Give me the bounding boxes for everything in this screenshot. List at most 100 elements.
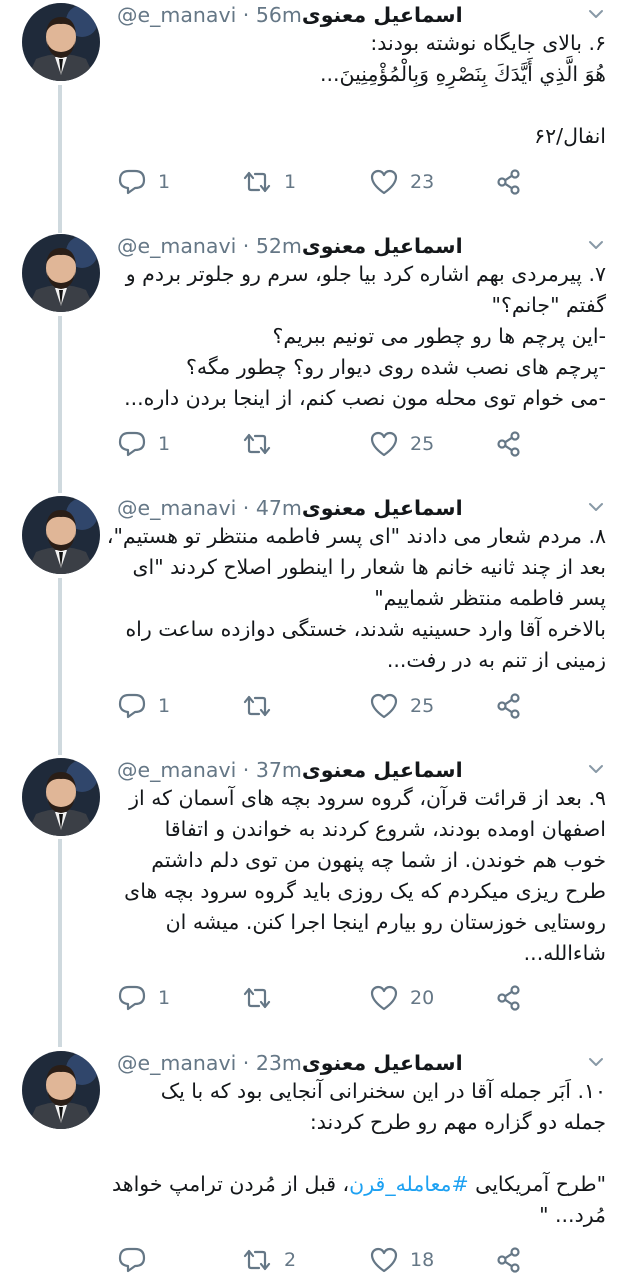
tweet-line: گفتم "جانم؟" [491,293,606,317]
avatar[interactable] [22,496,100,574]
display-name[interactable]: اسماعیل معنوی [302,496,463,520]
tweet-line: -می خوام توی محله مون نصب کنم، از اینجا … [124,386,606,410]
quote-text: ، قبل از مُردن ترامپ خواهد [112,1172,350,1196]
share-button[interactable] [496,429,522,459]
tweet-text: ۶. بالای جایگاه نوشته بودند: هُوَ الَّذِ… [117,28,606,152]
share-button[interactable] [496,1245,522,1275]
chevron-down-icon[interactable] [586,1052,606,1072]
tweet-line: بعد از چند ثانیه خانم ها شعار را اینطور … [132,555,606,579]
tweet-header: @e_manavi · 52m اسماعیل معنوی [117,231,596,261]
tweet[interactable]: @e_manavi · 52m اسماعیل معنوی ۷. پیرمردی… [0,231,624,491]
like-button[interactable]: 23 [370,167,434,197]
tweet-line: بالاخره آقا وارد حسینیه شدند، خستگی دواز… [125,617,606,641]
tweet-line: ۷. پیرمردی بهم اشاره کرد بیا جلو، سرم رو… [125,262,606,286]
share-button[interactable] [496,691,522,721]
chevron-down-icon[interactable] [586,4,606,24]
avatar[interactable] [22,758,100,836]
like-button[interactable]: 18 [370,1245,434,1275]
like-count: 18 [410,1249,435,1271]
retweet-icon [243,1249,271,1271]
tweet-line: مُرد... " [539,1203,606,1227]
tweet-line: -این پرچم ها رو چطور می تونیم ببریم؟ [272,324,606,348]
avatar[interactable] [22,234,100,312]
quote-text: "طرح آمریکایی [468,1172,606,1196]
chevron-down-icon[interactable] [586,497,606,517]
tweet-header: @e_manavi · 37m اسماعیل معنوی [117,755,596,785]
avatar[interactable] [22,1051,100,1129]
chevron-down-icon[interactable] [586,759,606,779]
like-button[interactable]: 25 [370,691,434,721]
like-count: 20 [410,987,435,1009]
reply-button[interactable]: 1 [118,691,170,721]
tweet-actions: 1 20 [118,983,528,1013]
retweet-button[interactable]: 2 [242,1245,296,1275]
tweet-line: خوب هم خوندن. از شما چه پنهون من توی دلم… [151,848,606,872]
tweet[interactable]: @e_manavi · 47m اسماعیل معنوی ۸. مردم شع… [0,493,624,753]
tweet-text: ۹. بعد از قرائت قرآن، گروه سرود بچه های … [117,783,606,969]
tweet-line: پسر فاطمه منتظر شماییم" [374,586,606,610]
avatar[interactable] [22,3,100,81]
tweet-text: ۸. مردم شعار می دادند "ای پسر فاطمه منتظ… [107,521,606,676]
handle-time[interactable]: @e_manavi · 56m [117,3,302,27]
tweet[interactable]: @e_manavi · 23m اسماعیل معنوی ۱۰. اَبَر … [0,1048,624,1280]
share-button[interactable] [496,983,522,1013]
share-icon [497,1247,520,1273]
reply-count: 1 [158,987,171,1009]
tweet[interactable]: @e_manavi · 37m اسماعیل معنوی ۹. بعد از … [0,755,624,1045]
tweet-line: هُوَ الَّذِي أَيَّدَكَ بِنَصْرِهِ وَبِال… [319,62,606,86]
tweet-line: ۱۰. اَبَر جمله آقا در این سخنرانی آنجایی… [160,1079,606,1103]
retweet-icon [243,987,271,1009]
tweet-line: جمله دو گزاره مهم رو طرح کردند: [309,1110,606,1134]
retweet-button[interactable] [242,429,284,459]
reply-button[interactable]: 1 [118,429,170,459]
like-button[interactable]: 20 [370,983,434,1013]
heart-icon [370,431,398,457]
handle-time[interactable]: @e_manavi · 23m [117,1051,302,1075]
tweet-line [117,1138,606,1169]
tweet-line [117,90,606,121]
tweet[interactable]: @e_manavi · 56m اسماعیل معنوی ۶. بالای ج… [0,0,624,230]
tweet-line: طرح ریزی میکردم که یک روزی باید گروه سرو… [124,879,606,903]
tweet-line: انفال/۶۲ [534,124,606,148]
tweet-line: ۹. بعد از قرائت قرآن، گروه سرود بچه های … [129,786,606,810]
like-count: 23 [410,171,435,193]
tweet-line: "طرح آمریکایی #معامله_قرن، قبل از مُردن … [112,1169,606,1200]
tweet-text: ۷. پیرمردی بهم اشاره کرد بیا جلو، سرم رو… [117,259,606,414]
display-name[interactable]: اسماعیل معنوی [302,758,463,782]
display-name[interactable]: اسماعیل معنوی [302,3,463,27]
share-icon [497,169,520,195]
tweet-line: -پرچم های نصب شده روی دیوار رو؟ چطور مگه… [186,355,606,379]
share-icon [497,693,520,719]
retweet-count: 1 [284,171,297,193]
reply-count: 1 [158,695,171,717]
retweet-button[interactable] [242,983,284,1013]
reply-icon [118,1247,146,1273]
reply-icon [118,431,146,457]
tweet-header: @e_manavi · 47m اسماعیل معنوی [117,493,596,523]
handle-time[interactable]: @e_manavi · 47m [117,496,302,520]
retweet-button[interactable]: 1 [242,167,296,197]
display-name[interactable]: اسماعیل معنوی [302,234,463,258]
share-button[interactable] [496,167,522,197]
hashtag-link[interactable]: #معامله_قرن [349,1172,468,1196]
retweet-button[interactable] [242,691,284,721]
share-icon [497,985,520,1011]
reply-icon [118,985,146,1011]
handle-time[interactable]: @e_manavi · 37m [117,758,302,782]
tweet-line: روستایی خوزستان رو بیارم اینجا اجرا کنن.… [165,910,606,934]
like-count: 25 [410,433,435,455]
reply-button[interactable]: 1 [118,983,170,1013]
heart-icon [370,985,398,1011]
chevron-down-icon[interactable] [586,235,606,255]
like-button[interactable]: 25 [370,429,434,459]
reply-button[interactable]: 1 [118,167,170,197]
reply-button[interactable] [118,1245,158,1275]
tweet-text: ۱۰. اَبَر جمله آقا در این سخنرانی آنجایی… [112,1076,606,1231]
heart-icon [370,693,398,719]
tweet-actions: 1 1 23 [118,167,528,197]
retweet-icon [243,695,271,717]
tweet-header: @e_manavi · 56m اسماعیل معنوی [117,0,596,30]
display-name[interactable]: اسماعیل معنوی [302,1051,463,1075]
retweet-icon [243,433,271,455]
handle-time[interactable]: @e_manavi · 52m [117,234,302,258]
